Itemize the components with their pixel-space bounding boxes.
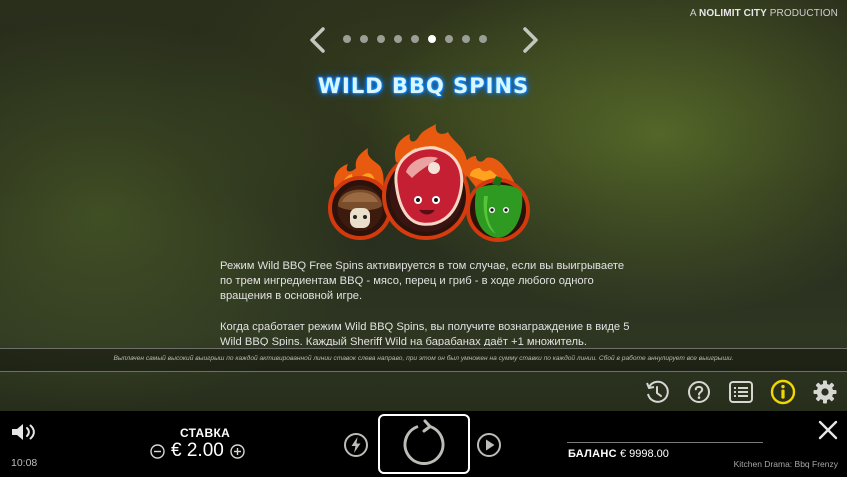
brand-prefix: A <box>689 8 697 19</box>
paytable-button[interactable] <box>725 378 757 406</box>
chevron-left-icon <box>310 27 325 53</box>
page-navigator <box>306 24 542 56</box>
spin-arrow-icon <box>403 419 445 466</box>
description-paragraph-1: Режим Wild BBQ Free Spins активируется в… <box>220 260 625 303</box>
sound-toggle[interactable] <box>10 421 40 443</box>
history-icon <box>646 380 669 403</box>
page-dot[interactable] <box>462 35 470 43</box>
brand-suffix: PRODUCTION <box>769 8 838 19</box>
page-dot[interactable] <box>445 35 453 43</box>
minus-circle-icon <box>150 443 165 459</box>
page-dot[interactable] <box>411 35 419 43</box>
autoplay-button[interactable] <box>476 432 502 458</box>
clock: 10:08 <box>11 457 38 469</box>
close-button[interactable] <box>817 419 839 441</box>
brand-label: A NOLIMIT CITY PRODUCTION <box>690 8 838 19</box>
page-dot[interactable] <box>394 35 402 43</box>
bottom-bar: 10:08 СТАВКА € 2.00 БАЛАНС € 9998.00 Kit… <box>0 411 847 477</box>
plus-circle-icon <box>230 443 245 459</box>
bbq-ingredients-illustration <box>326 122 532 252</box>
next-page-button[interactable] <box>520 26 542 54</box>
payout-info-bar: Выплачен самый высокий выигрыш по каждой… <box>0 348 847 372</box>
bet-value: € 2.00 <box>171 440 224 461</box>
page-dot[interactable] <box>377 35 385 43</box>
decrease-bet-button[interactable] <box>150 443 165 459</box>
play-circle-icon <box>477 433 501 457</box>
page-dot[interactable] <box>479 35 487 43</box>
balance: БАЛАНС € 9998.00 <box>568 448 669 460</box>
settings-button[interactable] <box>809 378 841 406</box>
chevron-right-icon <box>523 27 538 53</box>
info-icon <box>770 379 796 405</box>
prev-page-button[interactable] <box>306 26 328 54</box>
brand-name: NOLIMIT CITY <box>699 8 767 19</box>
help-button[interactable] <box>683 378 715 406</box>
settings-icon <box>813 380 837 404</box>
bet-control: € 2.00 <box>150 439 245 463</box>
page-dot[interactable] <box>360 35 368 43</box>
page-dots <box>343 35 487 43</box>
info-button[interactable] <box>767 378 799 406</box>
feature-description: Режим Wild BBQ Free Spins активируется в… <box>220 259 630 346</box>
payout-note: Выплачен самый высокий выигрыш по каждой… <box>113 355 734 362</box>
history-button[interactable] <box>641 378 673 406</box>
page-dot-active[interactable] <box>428 35 436 43</box>
spin-button[interactable] <box>378 414 470 474</box>
toolbar <box>641 378 841 406</box>
description-paragraph-2: Когда сработает режим Wild BBQ Spins, вы… <box>220 320 630 346</box>
balance-value: € 9998.00 <box>619 448 669 460</box>
paytable-icon <box>729 381 753 403</box>
balance-label: БАЛАНС <box>568 448 617 460</box>
page-title: WILD BBQ SPINS <box>317 74 530 98</box>
bet-label: СТАВКА <box>180 426 231 440</box>
turbo-spin-button[interactable] <box>343 432 369 458</box>
game-name: Kitchen Drama: Bbq Frenzy <box>733 459 838 469</box>
close-icon <box>818 420 838 440</box>
page-dot[interactable] <box>343 35 351 43</box>
lightning-icon <box>344 433 368 457</box>
speaker-icon <box>12 424 35 440</box>
help-icon <box>688 381 710 403</box>
increase-bet-button[interactable] <box>230 443 245 459</box>
balance-divider <box>567 442 763 443</box>
